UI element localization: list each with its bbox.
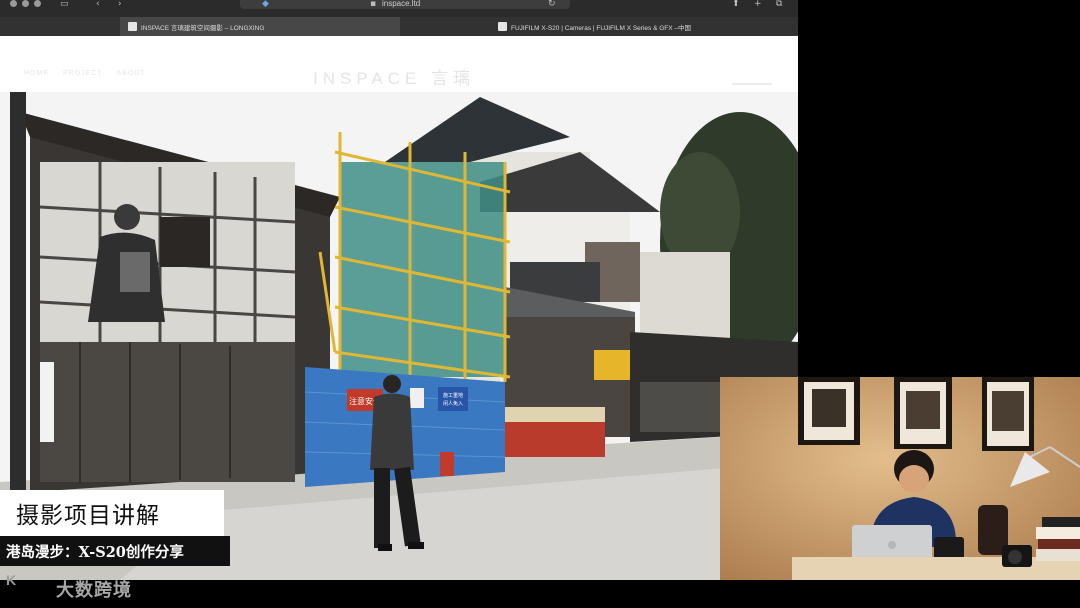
maximize-window-button[interactable] [34, 0, 41, 7]
favicon-icon [498, 22, 507, 31]
site-logo[interactable]: INSPACE 言璃 [313, 64, 475, 89]
presenter-illustration [720, 377, 1080, 581]
watermark-logo: K [6, 572, 17, 588]
minimize-window-button[interactable] [22, 0, 29, 7]
tab-overview-icon[interactable]: ⧉ [776, 0, 782, 9]
forward-arrow-icon[interactable]: › [118, 0, 122, 9]
back-arrow-icon[interactable]: ‹ [96, 0, 100, 9]
presenter-camera-feed [720, 377, 1080, 581]
sign-no-entry-text: 闲人免入 [443, 400, 463, 407]
lecture-subtitle-box: 港岛漫步：X-S20创作分享 [0, 536, 230, 566]
lock-icon: ▪ [370, 0, 377, 9]
url-text[interactable]: inspace.ltd [382, 0, 420, 8]
share-icon[interactable]: ⬆ [732, 0, 740, 9]
nav-item-project[interactable]: PROJECT [63, 70, 103, 77]
reload-icon[interactable]: ↻ [548, 0, 556, 9]
shield-icon: ◆ [262, 0, 269, 9]
lecture-title-box: 摄影项目讲解 [0, 490, 224, 536]
nav-item-about[interactable]: ABOUT [117, 70, 146, 77]
watermark-text: 大数跨境 [56, 580, 132, 601]
tab-fujifilm[interactable]: FUJIFILM X-S20 | Cameras | FUJIFILM X Se… [490, 17, 798, 36]
new-tab-icon[interactable]: + [754, 0, 762, 9]
tab-strip: INSPACE 言璃建筑空间摄影 – LONGXING FUJIFILM X-S… [0, 17, 798, 36]
tab-label: INSPACE 言璃建筑空间摄影 – LONGXING [141, 24, 265, 32]
browser-toolbar: ▭ ‹ › ◆ ▪ inspace.ltd ↻ ⬆ + ⧉ [0, 0, 798, 17]
sidebar-icon[interactable]: ▭ [60, 0, 69, 9]
sign-construction-text: 施工重地 [443, 392, 463, 399]
lecture-subtitle: 港岛漫步：X-S20创作分享 [6, 543, 184, 561]
tab-inspace[interactable]: INSPACE 言璃建筑空间摄影 – LONGXING [120, 17, 400, 36]
close-window-button[interactable] [10, 0, 17, 7]
lecture-title: 摄影项目讲解 [16, 503, 160, 529]
nav-item-home[interactable]: HOME [24, 70, 49, 77]
menu-icon[interactable] [732, 69, 772, 85]
tab-label: FUJIFILM X-S20 | Cameras | FUJIFILM X Se… [511, 24, 691, 32]
bottom-bar [0, 580, 1080, 608]
site-header: HOME PROJECT ABOUT INSPACE 言璃 [0, 36, 798, 92]
favicon-icon [128, 22, 137, 31]
site-nav: HOME PROJECT ABOUT [24, 70, 146, 77]
